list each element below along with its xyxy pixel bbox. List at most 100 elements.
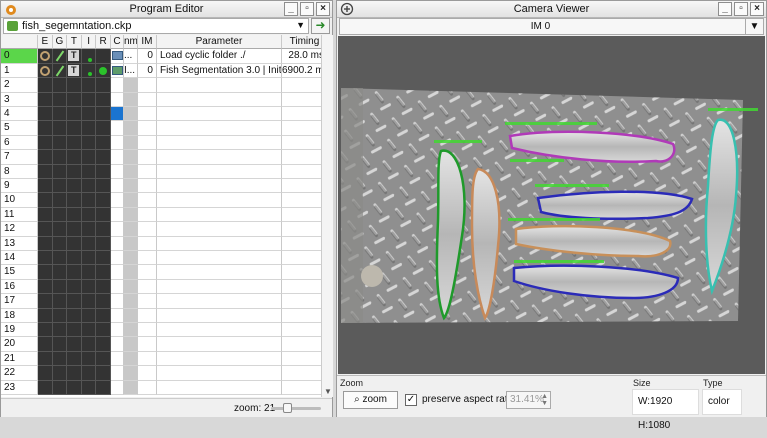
program-editor-titlebar[interactable]: Program Editor _ ▫ × xyxy=(1,1,332,18)
flag-cell[interactable] xyxy=(67,366,82,381)
flag-cell[interactable] xyxy=(52,164,68,179)
flag-cell[interactable] xyxy=(96,92,111,107)
flag-cell[interactable] xyxy=(96,207,111,223)
row-index[interactable]: 7 xyxy=(1,150,38,165)
empty-cell[interactable] xyxy=(156,236,282,251)
result-dot-icon[interactable] xyxy=(96,63,111,79)
flag-cell[interactable] xyxy=(81,380,97,395)
flag-cell[interactable] xyxy=(96,193,111,208)
camera-icon[interactable] xyxy=(110,49,124,64)
close-icon[interactable]: × xyxy=(316,2,330,16)
row-index[interactable]: 5 xyxy=(1,121,38,136)
empty-cell[interactable] xyxy=(281,381,321,395)
table-row[interactable]: 9 xyxy=(1,179,321,194)
empty-cell[interactable] xyxy=(137,236,157,251)
flag-cell[interactable] xyxy=(67,179,82,194)
table-row[interactable]: 7 xyxy=(1,150,321,165)
camera-cell[interactable] xyxy=(110,279,124,295)
step-im[interactable]: 0 xyxy=(137,49,157,64)
empty-cell[interactable] xyxy=(156,279,282,295)
camera-cell[interactable] xyxy=(110,78,124,93)
empty-cell[interactable] xyxy=(137,279,157,295)
camera-image-viewport[interactable] xyxy=(338,36,765,374)
flag-cell[interactable] xyxy=(52,265,68,280)
graph-icon[interactable] xyxy=(52,63,68,79)
flag-cell[interactable] xyxy=(96,150,111,165)
result-cell[interactable] xyxy=(96,49,111,64)
flag-cell[interactable] xyxy=(81,222,97,237)
empty-cell[interactable] xyxy=(137,265,157,280)
empty-cell[interactable] xyxy=(281,78,321,93)
flag-cell[interactable] xyxy=(96,107,111,122)
row-index[interactable]: 9 xyxy=(1,179,38,194)
empty-cell[interactable] xyxy=(281,193,321,208)
camera-cell[interactable] xyxy=(110,351,124,367)
flag-cell[interactable] xyxy=(67,150,82,165)
empty-cell[interactable] xyxy=(281,337,321,352)
minimize-icon[interactable]: _ xyxy=(284,2,298,16)
flag-cell[interactable] xyxy=(67,294,82,309)
flag-cell[interactable] xyxy=(81,308,97,323)
flag-cell[interactable] xyxy=(67,323,82,338)
col-header-g[interactable]: G xyxy=(52,35,68,50)
empty-cell[interactable] xyxy=(281,309,321,323)
camera-cell[interactable] xyxy=(110,236,124,251)
flag-cell[interactable] xyxy=(81,78,97,93)
flag-cell[interactable] xyxy=(67,236,82,251)
step-parameter[interactable]: Fish Segmentation 3.0 | Init + ... xyxy=(156,63,282,79)
flag-cell[interactable] xyxy=(52,251,68,266)
col-header-parameter[interactable]: Parameter xyxy=(156,35,282,50)
flag-cell[interactable] xyxy=(96,78,111,93)
flag-cell[interactable] xyxy=(81,265,97,280)
empty-cell[interactable] xyxy=(137,380,157,395)
flag-cell[interactable] xyxy=(67,207,82,223)
row-index[interactable]: 17 xyxy=(1,294,38,309)
row-index[interactable]: 13 xyxy=(1,236,38,251)
empty-cell[interactable] xyxy=(137,308,157,323)
camera-cell[interactable] xyxy=(110,92,124,107)
flag-cell[interactable] xyxy=(67,351,82,367)
flag-cell[interactable] xyxy=(81,92,97,107)
flag-cell[interactable] xyxy=(96,294,111,309)
chevron-down-icon[interactable]: ▼ xyxy=(296,20,305,30)
row-index[interactable]: 0 xyxy=(1,49,38,64)
row-index[interactable]: 11 xyxy=(1,207,38,223)
flag-cell[interactable] xyxy=(81,236,97,251)
row-index[interactable]: 15 xyxy=(1,265,38,280)
empty-cell[interactable] xyxy=(137,294,157,309)
restore-icon[interactable]: ▫ xyxy=(300,2,314,16)
empty-cell[interactable] xyxy=(281,265,321,280)
flag-cell[interactable] xyxy=(38,207,53,223)
flag-cell[interactable] xyxy=(38,265,53,280)
flag-cell[interactable] xyxy=(52,294,68,309)
zoom-button[interactable]: ⌕ zoom xyxy=(343,391,398,409)
minimize-icon[interactable]: _ xyxy=(718,2,732,16)
camera-cell[interactable] xyxy=(110,207,124,223)
empty-cell[interactable] xyxy=(281,352,321,367)
empty-cell[interactable] xyxy=(137,179,157,194)
flag-cell[interactable] xyxy=(52,121,68,136)
flag-cell[interactable] xyxy=(96,265,111,280)
table-row[interactable]: 22 xyxy=(1,366,321,381)
table-row[interactable]: 14 xyxy=(1,251,321,266)
flag-cell[interactable] xyxy=(52,323,68,338)
fish-4[interactable] xyxy=(536,190,694,220)
empty-cell[interactable] xyxy=(156,193,282,208)
flag-cell[interactable] xyxy=(96,135,111,151)
col-header-c[interactable]: C xyxy=(110,35,124,50)
flag-cell[interactable] xyxy=(38,366,53,381)
flag-cell[interactable] xyxy=(38,279,53,295)
flag-cell[interactable] xyxy=(81,207,97,223)
flag-cell[interactable] xyxy=(38,107,53,122)
empty-cell[interactable] xyxy=(156,207,282,223)
camera-image[interactable] xyxy=(338,36,765,374)
program-file-selector[interactable]: fish_segemntation.ckp ▼ xyxy=(3,18,309,34)
flag-cell[interactable] xyxy=(38,351,53,367)
flag-cell[interactable] xyxy=(67,78,82,93)
table-row[interactable]: 4 xyxy=(1,107,321,122)
flag-cell[interactable] xyxy=(67,251,82,266)
flag-cell[interactable] xyxy=(38,121,53,136)
flag-cell[interactable] xyxy=(96,308,111,323)
empty-cell[interactable] xyxy=(281,323,321,338)
camera-cell[interactable] xyxy=(110,193,124,208)
